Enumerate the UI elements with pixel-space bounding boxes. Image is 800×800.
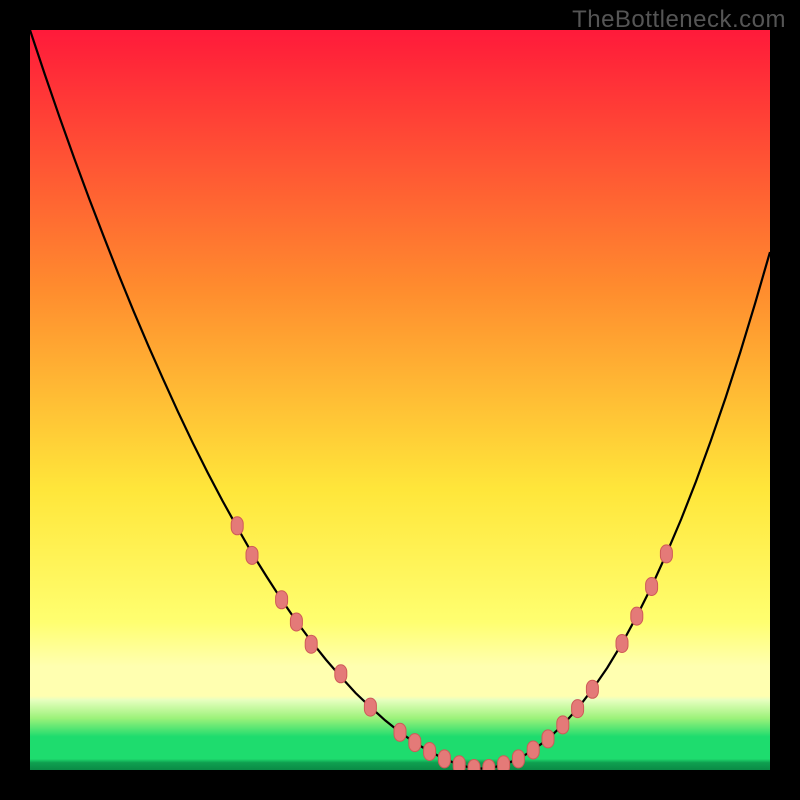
curve-marker	[424, 743, 436, 761]
watermark-text: TheBottleneck.com	[572, 6, 786, 34]
curve-marker	[290, 613, 302, 631]
curve-marker	[660, 545, 672, 563]
curve-marker	[512, 750, 524, 768]
curve-marker	[542, 730, 554, 748]
curve-marker	[468, 760, 480, 771]
curve-marker	[276, 591, 288, 609]
curve-marker	[631, 607, 643, 625]
curve-marker	[616, 635, 628, 653]
curve-marker	[364, 698, 376, 716]
curve-marker	[586, 680, 598, 698]
curve-marker	[483, 760, 495, 771]
curve-marker	[527, 741, 539, 759]
curve-marker	[335, 665, 347, 683]
curve-marker	[572, 700, 584, 718]
chart-frame: TheBottleneck.com	[0, 0, 800, 800]
chart-background	[30, 30, 770, 770]
curve-marker	[409, 734, 421, 752]
chart-svg	[30, 30, 770, 770]
curve-marker	[231, 517, 243, 535]
curve-marker	[246, 546, 258, 564]
chart-plot-area	[30, 30, 770, 770]
curve-marker	[557, 716, 569, 734]
curve-marker	[438, 750, 450, 768]
curve-marker	[646, 578, 658, 596]
curve-marker	[305, 635, 317, 653]
curve-marker	[498, 756, 510, 770]
curve-marker	[453, 756, 465, 770]
curve-marker	[394, 723, 406, 741]
